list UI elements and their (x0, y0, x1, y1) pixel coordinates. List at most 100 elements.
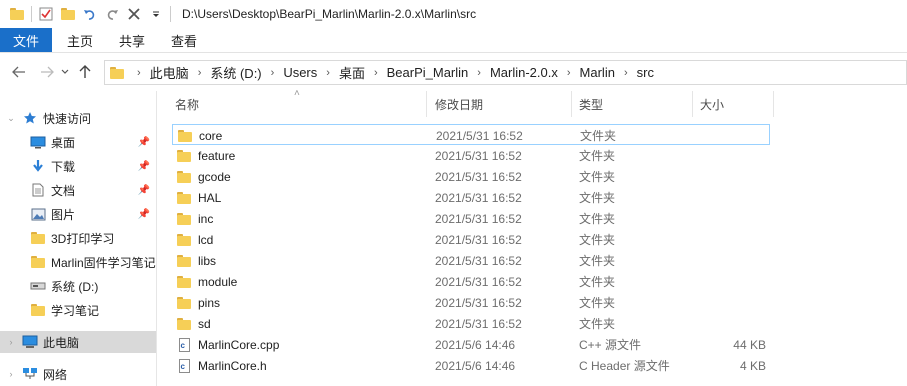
breadcrumb-src[interactable]: src (637, 65, 654, 80)
folder-icon (177, 128, 193, 144)
breadcrumb-chevron-icon[interactable]: › (198, 67, 202, 79)
file-row[interactable]: c MarlinCore.cpp 2021/5/6 14:46 C++ 源文件 4… (172, 334, 770, 355)
breadcrumb-chevron-icon[interactable]: › (477, 67, 481, 79)
sidebar-item-drive-d[interactable]: 系统 (D:) (0, 275, 156, 297)
file-row[interactable]: gcode 2021/5/31 16:52 文件夹 (172, 166, 770, 187)
sidebar-item-label: 网络 (43, 367, 68, 382)
breadcrumb-drive-d[interactable]: 系统 (D:) (210, 63, 261, 82)
file-size (694, 187, 766, 208)
file-row[interactable]: pins 2021/5/31 16:52 文件夹 (172, 292, 770, 313)
sidebar-item-documents[interactable]: 文档 📌 (0, 179, 156, 201)
breadcrumb-this-pc[interactable]: 此电脑 (150, 63, 189, 82)
file-size (694, 229, 766, 250)
folder-icon[interactable] (6, 3, 28, 25)
chevron-right-icon[interactable]: › (6, 369, 16, 379)
chevron-right-icon[interactable]: › (6, 337, 16, 347)
breadcrumb-chevron-icon[interactable]: › (137, 67, 141, 79)
file-row[interactable]: feature 2021/5/31 16:52 文件夹 (172, 145, 770, 166)
navigation-pane: ⌄ 快速访问 桌面 📌 下载 📌 文档 📌 图片 📌 3D打印学习 Marlin… (0, 91, 157, 386)
sidebar-item-downloads[interactable]: 下载 📌 (0, 155, 156, 177)
pin-icon[interactable]: 📌 (138, 209, 150, 220)
breadcrumb-users[interactable]: Users (283, 65, 317, 80)
sidebar-item-pictures[interactable]: 图片 📌 (0, 203, 156, 225)
sidebar-item-label: 学习笔记 (51, 303, 100, 318)
breadcrumb-desktop[interactable]: 桌面 (339, 63, 365, 82)
toolbar-separator (170, 6, 171, 22)
sidebar-item-3d-printing[interactable]: 3D打印学习 (0, 227, 156, 249)
folder-icon (176, 190, 192, 206)
breadcrumb-bearpi-marlin[interactable]: BearPi_Marlin (387, 65, 469, 80)
up-arrow-icon[interactable] (74, 61, 96, 83)
desktop-icon (30, 134, 46, 150)
folder-icon (110, 66, 124, 79)
customize-dropdown-icon[interactable] (145, 3, 167, 25)
breadcrumb-chevron-icon[interactable]: › (374, 67, 378, 79)
file-row[interactable]: inc 2021/5/31 16:52 文件夹 (172, 208, 770, 229)
sidebar-item-label: 3D打印学习 (51, 231, 115, 246)
sidebar-item-label: 图片 (51, 207, 76, 222)
breadcrumb-chevron-icon[interactable]: › (567, 67, 571, 79)
tab-home[interactable]: 主页 (54, 28, 106, 52)
pin-icon[interactable]: 📌 (138, 185, 150, 196)
sidebar-item-quick-access[interactable]: ⌄ 快速访问 (0, 107, 156, 129)
star-icon (22, 110, 38, 126)
tab-share[interactable]: 共享 (106, 28, 158, 52)
breadcrumb-chevron-icon[interactable]: › (271, 67, 275, 79)
sidebar-item-label: 下载 (51, 159, 76, 174)
file-row[interactable]: sd 2021/5/31 16:52 文件夹 (172, 313, 770, 334)
pin-icon[interactable]: 📌 (138, 137, 150, 148)
back-arrow-icon[interactable] (8, 61, 30, 83)
recent-locations-chevron-icon[interactable] (58, 61, 72, 83)
folder-icon (30, 302, 46, 318)
file-size (694, 313, 766, 334)
sidebar-item-network[interactable]: › 网络 (0, 363, 156, 385)
properties-icon[interactable] (35, 3, 57, 25)
file-date: 2021/5/31 16:52 (435, 232, 522, 247)
pictures-icon (30, 206, 46, 222)
file-row[interactable]: c MarlinCore.h 2021/5/6 14:46 C Header 源文… (172, 355, 770, 376)
file-name: MarlinCore.h (198, 358, 267, 373)
chevron-down-icon[interactable]: ⌄ (6, 113, 16, 124)
file-name: gcode (198, 169, 231, 184)
file-date: 2021/5/6 14:46 (435, 358, 516, 373)
file-row[interactable]: lcd 2021/5/31 16:52 文件夹 (172, 229, 770, 250)
column-date-modified[interactable]: 修改日期 (429, 91, 572, 117)
file-row[interactable]: module 2021/5/31 16:52 文件夹 (172, 271, 770, 292)
column-name[interactable]: 名称 (169, 91, 427, 117)
quick-access-toolbar (6, 0, 167, 28)
breadcrumb-chevron-icon[interactable]: › (624, 67, 628, 79)
forward-arrow-icon[interactable] (36, 61, 58, 83)
new-folder-icon[interactable] (57, 3, 79, 25)
address-bar[interactable]: › 此电脑 › 系统 (D:) › Users › 桌面 › BearPi_Ma… (104, 60, 907, 85)
drive-icon (30, 278, 46, 294)
file-size (694, 250, 766, 271)
network-icon (22, 366, 38, 382)
breadcrumb-marlin-2-0-x[interactable]: Marlin-2.0.x (490, 65, 558, 80)
file-type: 文件夹 (579, 149, 616, 163)
column-type[interactable]: 类型 (573, 91, 693, 117)
redo-icon[interactable] (101, 3, 123, 25)
file-row[interactable]: core 2021/5/31 16:52 文件夹 (172, 124, 770, 145)
navigation-bar: › 此电脑 › 系统 (D:) › Users › 桌面 › BearPi_Ma… (0, 53, 907, 91)
file-size: 4 KB (739, 358, 766, 373)
file-name: core (199, 128, 223, 143)
column-size[interactable]: 大小 (694, 91, 774, 117)
tab-file[interactable]: 文件 (0, 28, 52, 52)
file-type: 文件夹 (579, 170, 616, 184)
file-row[interactable]: libs 2021/5/31 16:52 文件夹 (172, 250, 770, 271)
tab-view[interactable]: 查看 (158, 28, 210, 52)
file-type: 文件夹 (580, 129, 617, 143)
sidebar-item-this-pc[interactable]: › 此电脑 (0, 331, 156, 353)
file-date: 2021/5/31 16:52 (435, 148, 522, 163)
breadcrumb-marlin[interactable]: Marlin (580, 65, 615, 80)
sidebar-item-desktop[interactable]: 桌面 📌 (0, 131, 156, 153)
ribbon-tabs: 文件 主页 共享 查看 (0, 28, 907, 53)
sidebar-item-marlin-notes[interactable]: Marlin固件学习笔记 (0, 251, 156, 273)
delete-icon[interactable] (123, 3, 145, 25)
file-type: 文件夹 (579, 233, 616, 247)
undo-icon[interactable] (79, 3, 101, 25)
file-row[interactable]: HAL 2021/5/31 16:52 文件夹 (172, 187, 770, 208)
breadcrumb-chevron-icon[interactable]: › (326, 67, 330, 79)
pin-icon[interactable]: 📌 (138, 161, 150, 172)
sidebar-item-study-notes[interactable]: 学习笔记 (0, 299, 156, 321)
